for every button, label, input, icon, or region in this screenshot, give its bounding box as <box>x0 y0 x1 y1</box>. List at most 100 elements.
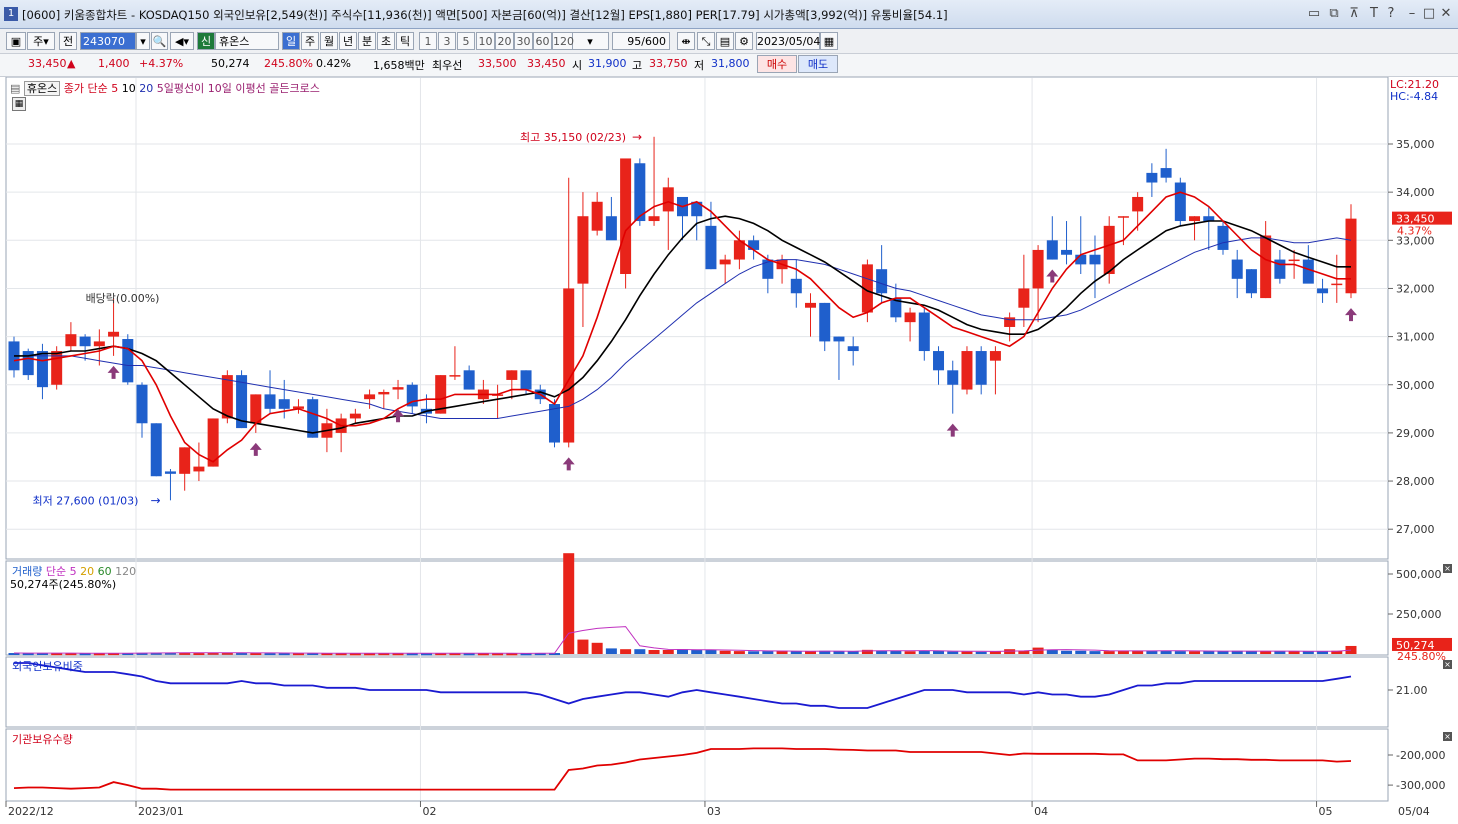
candle-body <box>1160 168 1172 178</box>
volume-bar <box>762 651 774 654</box>
volume-bar <box>947 651 959 654</box>
chart-settings-icon[interactable]: ▤ <box>10 82 20 95</box>
volume-bar <box>890 650 902 654</box>
volume-bar <box>961 651 973 654</box>
candle-body <box>93 341 105 347</box>
hc-label: HC:-4.84 <box>1390 90 1439 103</box>
buy-button[interactable]: 매수 <box>757 55 797 73</box>
stock-name-field[interactable]: 휴온스 <box>215 32 279 50</box>
tile-icon[interactable]: ⧉ <box>1326 6 1342 22</box>
pin-icon[interactable]: ⊼ <box>1346 6 1362 22</box>
price-legend-ma[interactable]: 종가 단순 <box>64 82 108 95</box>
data-count-field[interactable]: 95/600 <box>612 32 670 50</box>
period-button[interactable]: 월 <box>320 32 338 50</box>
calendar-icon[interactable]: ▦ <box>820 32 838 50</box>
code-dropdown-icon[interactable]: ▾ <box>136 32 150 50</box>
speaker-icon[interactable]: ◀▾ <box>170 32 194 50</box>
signal-label: 5일평선이 10일 이평선 골든크로스 <box>156 82 320 95</box>
volume-bar <box>705 650 717 654</box>
price-tick-label: 30,000 <box>1396 379 1435 392</box>
foreign-legend[interactable]: 외국인보유비중 <box>12 658 83 674</box>
gear-icon[interactable]: ⚙ <box>735 32 753 50</box>
volume-bar <box>1061 650 1073 654</box>
candle-body <box>65 334 77 347</box>
candle-body <box>1331 283 1343 286</box>
interval-button[interactable]: 20 <box>495 32 514 50</box>
volume-bar <box>904 651 916 654</box>
period-button[interactable]: 주 <box>301 32 319 50</box>
maximize-icon[interactable]: □ <box>1421 6 1437 22</box>
interval-button[interactable]: 5 <box>457 32 475 50</box>
search-icon[interactable]: 🔍 <box>151 32 168 50</box>
volume-bar <box>1075 650 1087 654</box>
sell-button[interactable]: 매도 <box>798 55 838 73</box>
restore-icon[interactable]: ▭ <box>1306 6 1322 22</box>
candle-body <box>719 259 731 265</box>
candle-body <box>904 312 916 323</box>
close-icon[interactable]: ✕ <box>1438 6 1454 22</box>
interval-button[interactable]: 10 <box>476 32 495 50</box>
candle-body <box>947 370 959 385</box>
inst-pane-close-icon[interactable]: × <box>1443 732 1452 741</box>
stock-code-input[interactable]: 243070 <box>80 32 136 50</box>
save-icon[interactable]: ▤ <box>716 32 734 50</box>
price-tick-label: 28,000 <box>1396 475 1435 488</box>
candle-body <box>933 351 945 371</box>
interval-button[interactable]: 1 <box>419 32 437 50</box>
interval-button[interactable]: 60 <box>533 32 552 50</box>
price-change: 1,400 <box>98 57 130 70</box>
price-legend: ▤ 휴온스 종가 단순 5 10 20 5일평선이 10일 이평선 골든크로스 <box>10 80 320 96</box>
trade-amount: 1,658백만 <box>373 59 425 72</box>
candle-body <box>563 288 575 443</box>
ma5-period: 5 <box>111 82 119 95</box>
foreign-pane-close-icon[interactable]: × <box>1443 660 1452 669</box>
volume-bar <box>591 642 603 654</box>
high-annotation: 최고 35,150 (02/23) <box>520 131 626 144</box>
low-annotation: 최저 27,600 (01/03) <box>32 494 138 507</box>
ask-price: 33,500 <box>478 57 517 70</box>
low-label: 저 <box>694 59 705 72</box>
candle-body <box>748 240 760 250</box>
foreign-tick-label: 21.00 <box>1396 684 1428 697</box>
period-all-button[interactable]: 전 <box>59 32 77 50</box>
layout-icon[interactable]: ▣ <box>6 32 26 50</box>
inst-legend[interactable]: 기관보유수량 <box>12 731 73 747</box>
low-arrow-icon: → <box>150 493 160 507</box>
period-button[interactable]: 틱 <box>396 32 414 50</box>
period-button[interactable]: 초 <box>377 32 395 50</box>
candle-body <box>392 387 404 390</box>
candle-body <box>847 346 859 352</box>
minimize-icon[interactable]: – <box>1404 6 1420 22</box>
volume-bar <box>975 651 987 654</box>
period-button[interactable]: 일 <box>282 32 300 50</box>
chart-canvas[interactable]: 35,00034,00033,00032,00031,00030,00029,0… <box>0 77 1458 824</box>
font-size-icon[interactable]: T <box>1366 6 1382 22</box>
price-tick-label: 34,000 <box>1396 186 1435 199</box>
candle-body <box>506 370 518 380</box>
candle-body <box>662 187 674 212</box>
trend-tool-icon[interactable]: ⤡ <box>697 32 715 50</box>
interval-button[interactable]: 120 <box>552 32 574 50</box>
interval-button[interactable]: 3 <box>438 32 456 50</box>
candle-body <box>1302 259 1314 284</box>
volume-bar <box>918 650 930 654</box>
candle-body <box>1117 216 1129 218</box>
volume-bar <box>662 650 674 654</box>
ma10-period: 10 <box>121 82 136 95</box>
volume-pane-close-icon[interactable]: × <box>1443 564 1452 573</box>
period-button[interactable]: 분 <box>358 32 376 50</box>
candle-body <box>122 339 134 383</box>
period-main-select[interactable]: 주▾ <box>27 32 55 50</box>
date-field[interactable]: 2023/05/04 <box>756 32 820 50</box>
crosshair-icon[interactable]: ⇼ <box>677 32 695 50</box>
price-legend-stock[interactable]: 휴온스 <box>23 81 61 96</box>
interval-custom-select[interactable]: ▾ <box>571 32 609 50</box>
candle-body <box>1061 249 1073 255</box>
grid-toggle-icon[interactable]: ▦ <box>12 97 26 111</box>
candle-body <box>1345 218 1357 294</box>
low-price: 31,800 <box>711 57 750 70</box>
title-bar: 1 [0600] 키움종합차트 - KOSDAQ150 외국인보유[2,549(… <box>0 0 1458 29</box>
interval-button[interactable]: 30 <box>514 32 533 50</box>
period-button[interactable]: 년 <box>339 32 357 50</box>
help-icon[interactable]: ? <box>1383 6 1399 22</box>
